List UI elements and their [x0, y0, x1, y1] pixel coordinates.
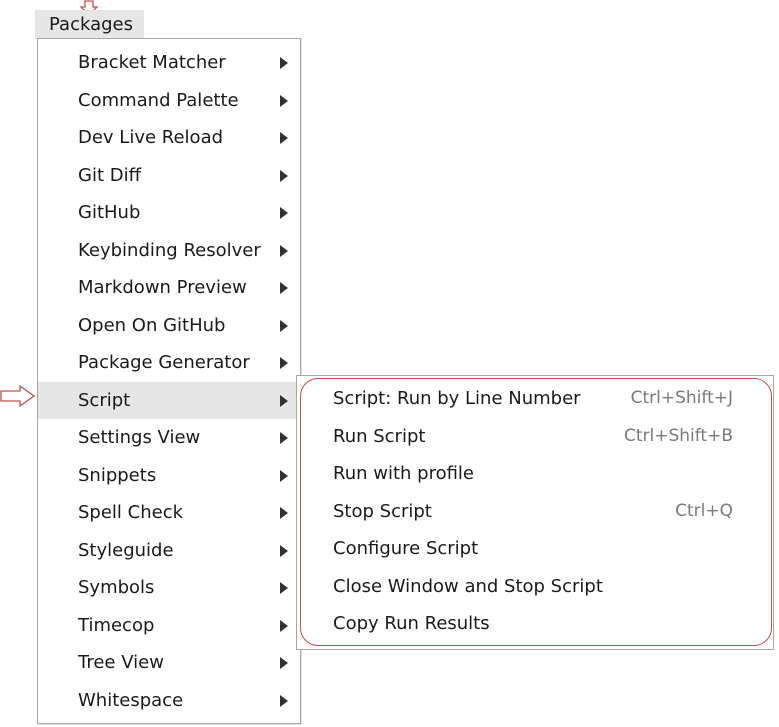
submenu-arrow-icon: [280, 469, 288, 482]
menu-item-git-diff[interactable]: Git Diff: [38, 157, 300, 195]
submenu-item-close-window-stop-script[interactable]: Close Window and Stop Script: [297, 568, 773, 606]
submenu-item-label: Copy Run Results: [333, 613, 490, 634]
submenu-item-label: Stop Script: [333, 500, 432, 522]
submenu-arrow-icon: [280, 507, 288, 519]
submenu-item-stop-script[interactable]: Stop Script Ctrl+Q: [297, 493, 773, 531]
menu-item-markdown-preview[interactable]: Markdown Preview: [38, 269, 300, 307]
menu-item-open-on-github[interactable]: Open On GitHub: [38, 307, 300, 345]
menu-item-tree-view[interactable]: Tree View: [38, 644, 300, 682]
submenu-item-configure-script[interactable]: Configure Script: [297, 530, 773, 568]
menu-item-label: Markdown Preview: [78, 277, 247, 298]
submenu-arrow-icon: [280, 132, 288, 144]
script-submenu: Script: Run by Line Number Ctrl+Shift+J R…: [296, 375, 774, 650]
submenu-arrow-icon: [280, 394, 288, 407]
menu-item-spell-check[interactable]: Spell Check: [38, 494, 300, 532]
packages-menu: Bracket Matcher Command Palette Dev Live…: [37, 38, 301, 724]
menu-item-label: Command Palette: [78, 89, 239, 111]
menu-item-styleguide[interactable]: Styleguide: [38, 532, 300, 570]
menu-item-command-palette[interactable]: Command Palette: [38, 82, 300, 120]
shortcut-label: Ctrl+Shift+B: [623, 425, 733, 446]
menu-item-label: Tree View: [78, 652, 164, 673]
submenu-arrow-icon: [280, 657, 288, 669]
menu-item-label: GitHub: [78, 202, 141, 223]
submenu-arrow-icon: [280, 582, 288, 594]
menu-item-label: Snippets: [78, 464, 157, 486]
submenu-item-label: Close Window and Stop Script: [333, 575, 603, 597]
menu-item-label: Spell Check: [78, 502, 184, 523]
annotation-right-arrow-icon: [0, 384, 36, 408]
submenu-arrow-icon: [280, 207, 288, 219]
submenu-item-label: Configure Script: [333, 538, 479, 559]
shortcut-label: Ctrl+Shift+J: [630, 388, 733, 408]
menu-item-snippets[interactable]: Snippets: [38, 457, 300, 495]
menu-item-github[interactable]: GitHub: [38, 194, 300, 232]
menu-item-label: Keybinding Resolver: [78, 239, 261, 261]
submenu-arrow-icon: [280, 357, 288, 369]
submenu-arrow-icon: [280, 319, 288, 332]
menu-item-label: Whitespace: [78, 689, 184, 711]
menu-item-label: Timecop: [78, 614, 155, 636]
menu-item-symbols[interactable]: Symbols: [38, 569, 300, 607]
menu-item-settings-view[interactable]: Settings View: [38, 419, 300, 457]
submenu-arrow-icon: [280, 169, 288, 182]
menu-item-whitespace[interactable]: Whitespace: [38, 682, 300, 720]
submenu-arrow-icon: [280, 57, 288, 69]
submenu-item-run-by-line-number[interactable]: Script: Run by Line Number Ctrl+Shift+J: [297, 380, 773, 418]
shortcut-label: Ctrl+Q: [675, 500, 733, 521]
submenu-arrow-icon: [280, 94, 288, 107]
menu-item-label: Dev Live Reload: [78, 127, 224, 148]
submenu-arrow-icon: [280, 619, 288, 632]
submenu-arrow-icon: [280, 244, 288, 257]
submenu-item-label: Run Script: [333, 425, 426, 447]
menu-item-label: Bracket Matcher: [78, 52, 226, 73]
submenu-arrow-icon: [280, 544, 288, 557]
menu-item-keybinding-resolver[interactable]: Keybinding Resolver: [38, 232, 300, 270]
submenu-item-label: Run with profile: [333, 463, 475, 484]
menu-item-label: Styleguide: [78, 539, 174, 561]
menu-item-label: Git Diff: [78, 164, 141, 186]
submenu-arrow-icon: [280, 282, 288, 294]
menu-item-script[interactable]: Script: [38, 381, 300, 419]
menubar-packages[interactable]: Packages: [35, 10, 144, 39]
menu-item-label: Script: [78, 389, 131, 411]
submenu-arrow-icon: [280, 432, 288, 444]
menu-item-timecop[interactable]: Timecop: [38, 607, 300, 645]
menu-item-label: Package Generator: [78, 352, 250, 373]
menu-item-dev-live-reload[interactable]: Dev Live Reload: [38, 119, 300, 157]
submenu-arrow-icon: [280, 694, 288, 707]
submenu-item-label: Script: Run by Line Number: [333, 388, 581, 409]
menu-item-bracket-matcher[interactable]: Bracket Matcher: [38, 44, 300, 82]
menu-item-package-generator[interactable]: Package Generator: [38, 344, 300, 382]
menu-item-label: Symbols: [78, 577, 155, 598]
submenu-item-run-with-profile[interactable]: Run with profile: [297, 455, 773, 493]
submenu-item-copy-run-results[interactable]: Copy Run Results: [297, 605, 773, 643]
submenu-item-run-script[interactable]: Run Script Ctrl+Shift+B: [297, 418, 773, 456]
menu-item-label: Open On GitHub: [78, 314, 226, 336]
menu-item-label: Settings View: [78, 427, 201, 448]
